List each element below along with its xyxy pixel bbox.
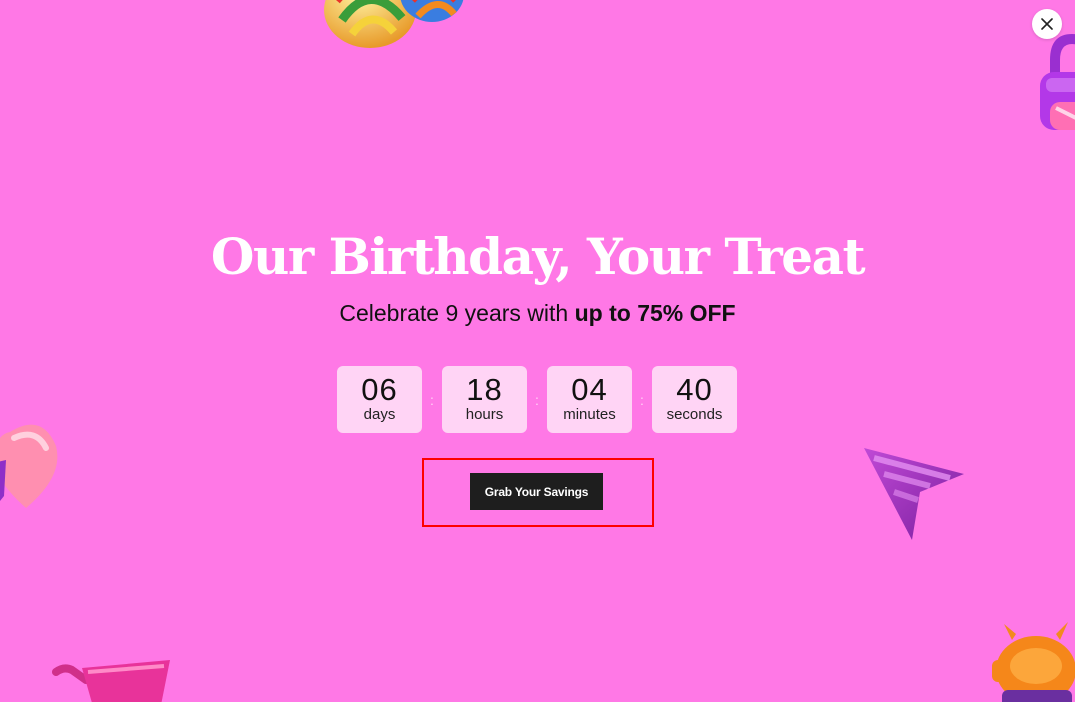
countdown-hours: 18 hours [442,366,527,433]
countdown-value: 18 [466,372,503,407]
heart-icon [0,424,58,508]
cursor-icon [864,448,964,540]
countdown-value: 04 [571,372,608,407]
countdown-timer: 06 days : 18 hours : 04 minutes : 40 sec… [337,366,737,433]
close-icon [1041,18,1053,30]
countdown-value: 40 [676,372,713,407]
countdown-days: 06 days [337,366,422,433]
promo-subline: Celebrate 9 years with up to 75% OFF [0,298,1075,328]
countdown-value: 06 [361,372,398,407]
lock-icon [1040,34,1075,130]
countdown-separator: : [430,392,434,408]
close-button[interactable] [1032,9,1062,39]
lollipop-icon [324,0,464,48]
promo-headline: Our Birthday, Your Treat [210,227,866,286]
discount-emphasis: up to 75% OFF [574,300,736,326]
shopping-cart-icon [52,660,170,702]
grab-savings-button[interactable]: Grab Your Savings [470,473,603,510]
countdown-seconds: 40 seconds [652,366,737,433]
countdown-label: hours [465,406,504,423]
countdown-minutes: 04 minutes [547,366,632,433]
countdown-label: seconds [666,406,723,423]
countdown-separator: : [535,392,539,408]
subline-text: Celebrate 9 years with [339,300,575,326]
monster-icon [992,622,1075,702]
countdown-separator: : [640,392,644,408]
countdown-label: days [363,406,396,423]
countdown-label: minutes [563,406,616,423]
